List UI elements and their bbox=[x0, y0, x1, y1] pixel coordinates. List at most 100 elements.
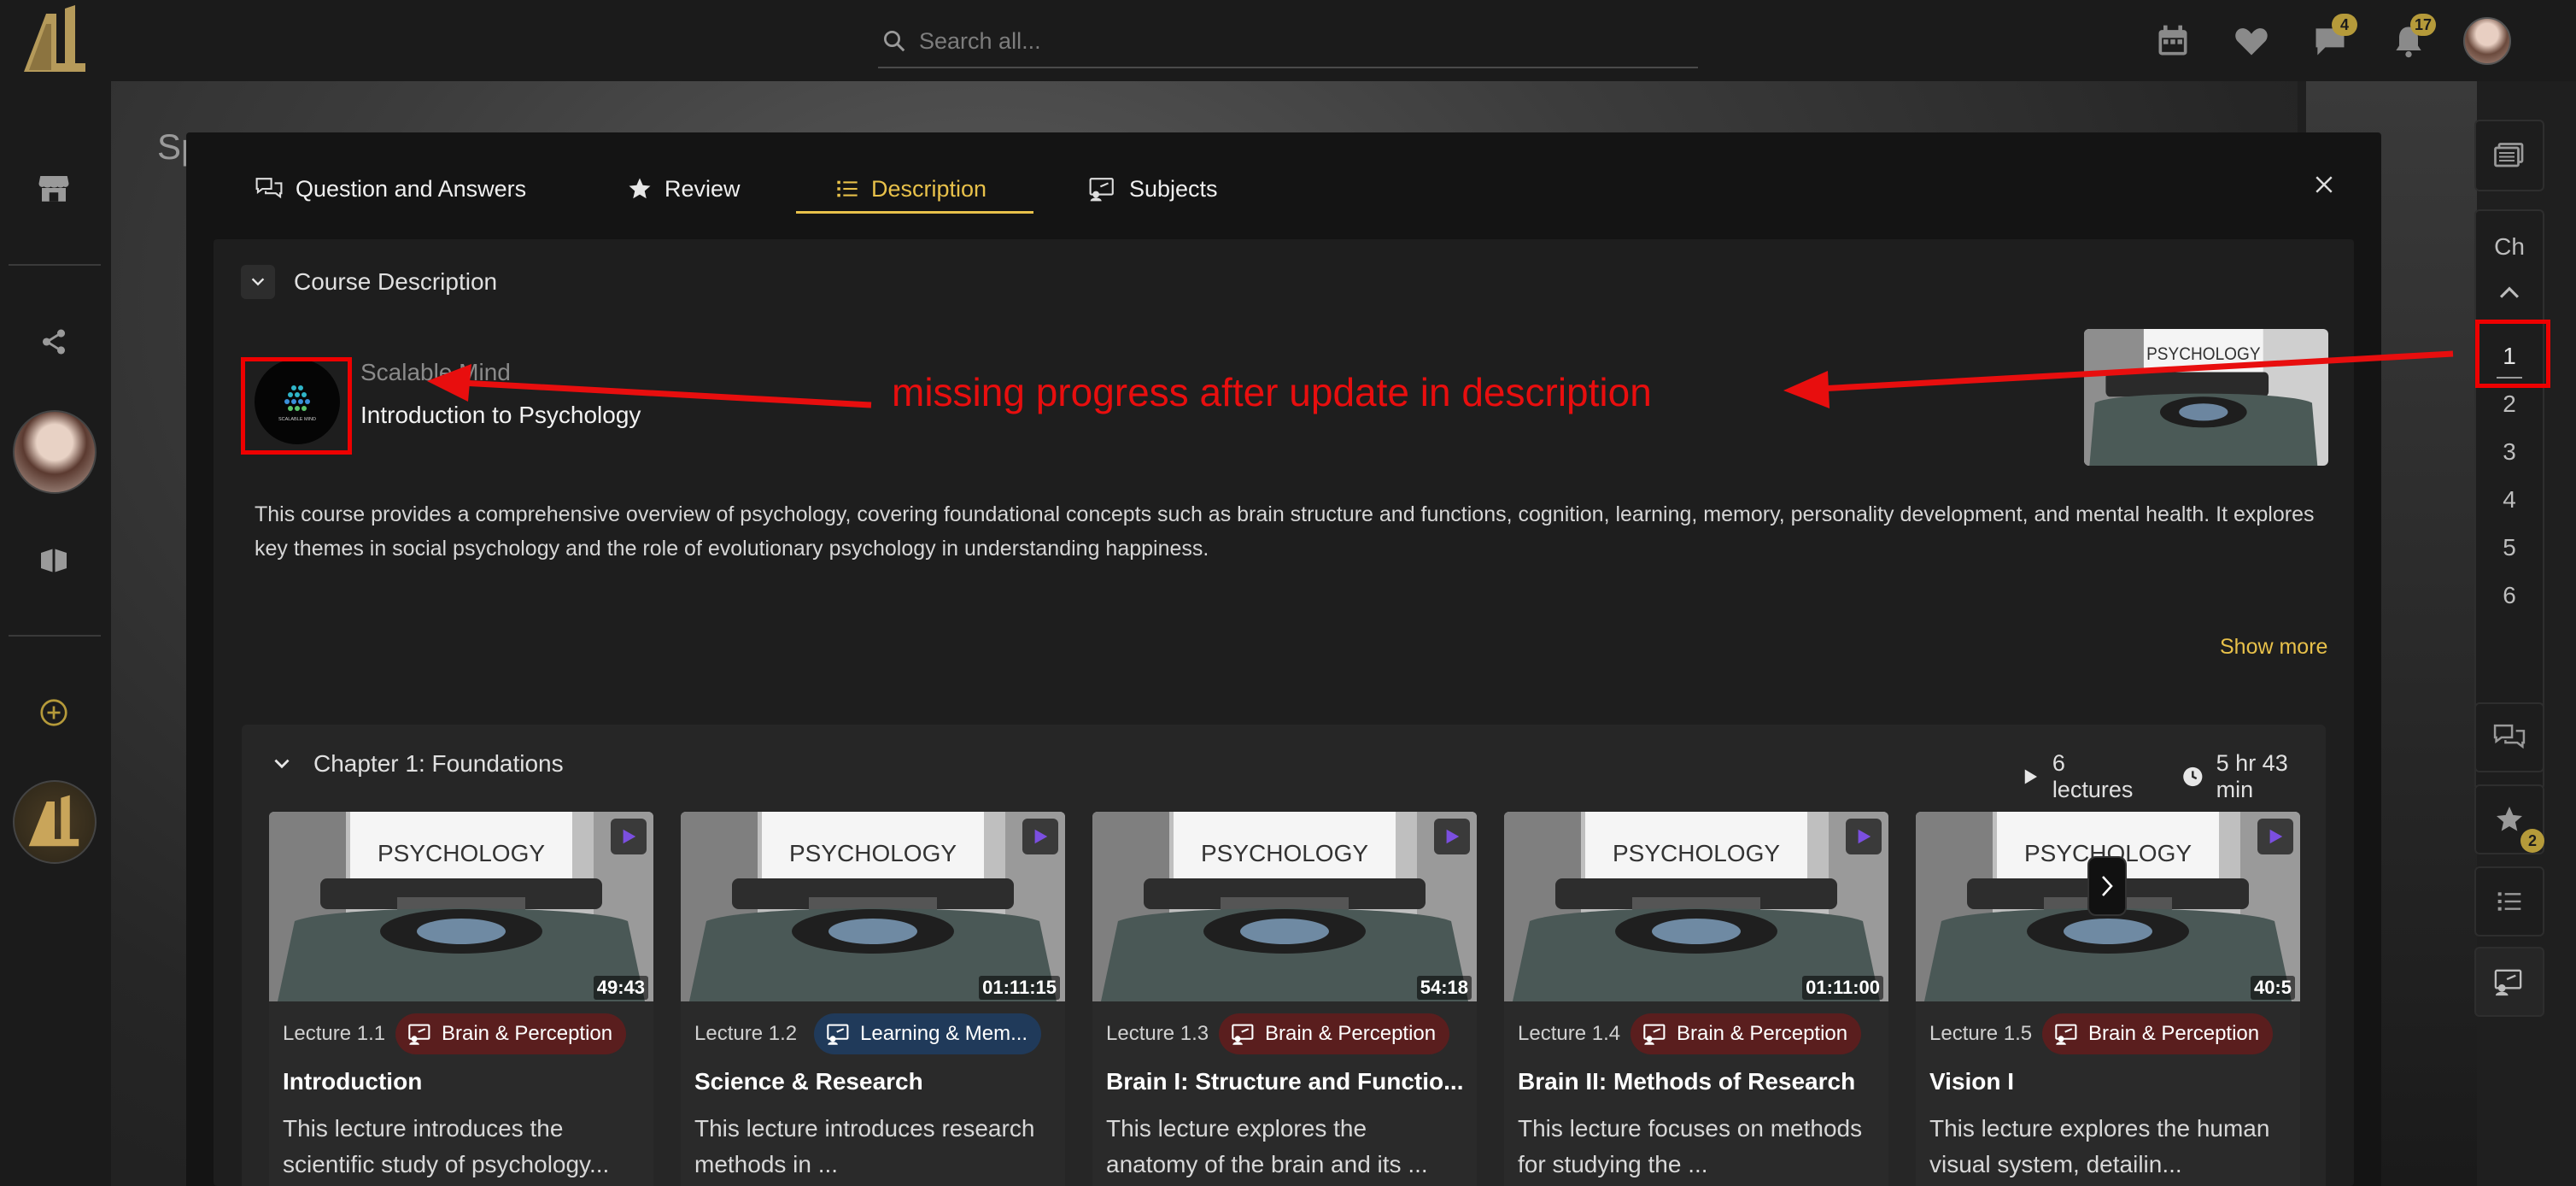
tab-bar: Question and Answers Review Description … bbox=[186, 132, 2381, 233]
thumbnail-text: PSYCHOLOGY bbox=[1613, 840, 1780, 866]
lecture-description: This lecture explores the anatomy of the… bbox=[1106, 1115, 1428, 1177]
subject-tag[interactable]: Brain & Perception bbox=[1630, 1013, 1862, 1054]
book-icon[interactable] bbox=[27, 534, 80, 587]
subjects-icon bbox=[1643, 1024, 1666, 1045]
chapter-lecture-count: 6 lectures bbox=[2052, 750, 2134, 802]
subject-tag-label: Learning & Mem... bbox=[860, 1022, 1028, 1045]
search-input[interactable]: Search all... bbox=[919, 28, 1041, 55]
lecture-thumbnail[interactable]: PSYCHOLOGY bbox=[1092, 812, 1477, 1001]
chapter-nav-item[interactable]: 6 bbox=[2476, 582, 2543, 609]
lecture-thumbnail[interactable]: PSYCHOLOGY bbox=[1504, 812, 1888, 1001]
lecture-title[interactable]: Brain I: Structure and Functio... bbox=[1106, 1068, 1465, 1095]
play-button[interactable] bbox=[1434, 819, 1470, 854]
subject-tag[interactable]: Learning & Mem... bbox=[814, 1013, 1042, 1054]
tab-subjects[interactable]: Subjects bbox=[1088, 167, 1218, 211]
tab-description[interactable]: Description bbox=[835, 167, 986, 211]
chevron-up-icon[interactable] bbox=[2495, 279, 2524, 305]
lecture-duration: 01:11:15 bbox=[979, 976, 1060, 1000]
chevron-down-icon[interactable] bbox=[241, 265, 275, 299]
subject-tag-label: Brain & Perception bbox=[2088, 1022, 2260, 1045]
lecture-number: Lecture 1.3 bbox=[1106, 1022, 1209, 1045]
discussion-icon[interactable] bbox=[2474, 702, 2544, 772]
add-icon[interactable] bbox=[27, 686, 80, 739]
subject-tag[interactable]: Brain & Perception bbox=[2042, 1013, 2274, 1054]
workspace-logo[interactable] bbox=[13, 780, 97, 864]
heart-icon[interactable] bbox=[2233, 22, 2270, 60]
close-icon[interactable] bbox=[2311, 172, 2337, 197]
subjects-icon bbox=[827, 1024, 849, 1045]
chapter-nav-label: Ch bbox=[2494, 233, 2525, 260]
lecture-thumbnail[interactable]: PSYCHOLOGY bbox=[681, 812, 1065, 1001]
share-icon[interactable] bbox=[27, 315, 80, 368]
carousel-next-button[interactable] bbox=[2087, 856, 2127, 916]
lecture-title[interactable]: Science & Research bbox=[694, 1068, 1053, 1095]
lecture-title[interactable]: Introduction bbox=[283, 1068, 641, 1095]
lecture-card[interactable]: PSYCHOLOGY 54:18 Lecture 1.3 Brain & Percep… bbox=[1092, 812, 1477, 1186]
tab-question-and-answers[interactable]: Question and Answers bbox=[255, 167, 526, 211]
chapter-nav-item[interactable]: 5 bbox=[2476, 534, 2543, 561]
lecture-thumbnail[interactable]: PSYCHOLOGY bbox=[269, 812, 653, 1001]
chapter-header[interactable]: Chapter 1: Foundations bbox=[271, 750, 564, 778]
chapter-nav-item[interactable]: 2 bbox=[2476, 390, 2543, 418]
chapter-meta: 6 lectures 5 hr 43 min bbox=[2021, 750, 2326, 803]
lecture-duration: 49:43 bbox=[593, 976, 648, 1000]
chapter-duration: 5 hr 43 min bbox=[2216, 750, 2288, 802]
app-logo[interactable] bbox=[17, 3, 94, 77]
chevron-down-icon[interactable] bbox=[271, 753, 293, 775]
play-icon bbox=[1858, 829, 1871, 844]
thumbnail-text: PSYCHOLOGY bbox=[378, 840, 545, 866]
annotation-text: missing progress after update in descrip… bbox=[892, 370, 1652, 414]
subject-tag[interactable]: Brain & Perception bbox=[395, 1013, 627, 1054]
publisher-logo[interactable]: SCALABLE MIND bbox=[255, 359, 340, 444]
subjects-icon bbox=[1089, 178, 1114, 202]
star-icon bbox=[629, 178, 651, 199]
subjects-icon bbox=[2055, 1024, 2077, 1045]
lecture-title[interactable]: Vision I bbox=[1929, 1068, 2288, 1095]
sidebar-user-avatar[interactable] bbox=[13, 410, 97, 494]
play-icon bbox=[1034, 829, 1048, 844]
play-icon bbox=[2024, 769, 2038, 784]
section-title: Course Description bbox=[294, 268, 498, 295]
publisher-name[interactable]: Scalable Mind bbox=[360, 359, 511, 386]
lecture-description: This lecture focuses on methods for stud… bbox=[1518, 1115, 1863, 1177]
lecture-duration: 40:5 bbox=[2250, 976, 2295, 1000]
lecture-card[interactable]: PSYCHOLOGY 49:43 Lecture 1.1 Brain & Percep… bbox=[269, 812, 653, 1186]
sidebar-divider bbox=[9, 635, 101, 637]
chapter-nav-item[interactable]: 4 bbox=[2476, 486, 2543, 514]
user-avatar[interactable] bbox=[2463, 17, 2511, 65]
top-bar: Search all... 4 17 bbox=[0, 0, 2576, 81]
play-button[interactable] bbox=[1846, 819, 1882, 854]
course-description-text: This course provides a comprehensive ove… bbox=[255, 502, 2315, 561]
store-icon[interactable] bbox=[27, 161, 80, 214]
play-button[interactable] bbox=[611, 819, 647, 854]
show-more-link[interactable]: Show more bbox=[2220, 635, 2327, 660]
course-description-header[interactable]: Course Description bbox=[241, 265, 497, 299]
calendar-icon[interactable] bbox=[2154, 22, 2192, 60]
thumbnail-text: PSYCHOLOGY bbox=[1201, 840, 1368, 866]
tab-label: Review bbox=[664, 175, 741, 202]
play-button[interactable] bbox=[1022, 819, 1058, 854]
course-modal: Question and Answers Review Description … bbox=[186, 132, 2381, 1186]
description-list-icon[interactable] bbox=[2474, 866, 2544, 936]
lecture-card[interactable]: PSYCHOLOGY 01:11:15 Lecture 1.2 Learning & … bbox=[681, 812, 1065, 1186]
search-bar[interactable]: Search all... bbox=[878, 15, 1698, 68]
play-button[interactable] bbox=[2257, 819, 2293, 854]
notifications-badge: 17 bbox=[2410, 14, 2437, 36]
messages-badge: 4 bbox=[2332, 14, 2357, 36]
media-icon[interactable] bbox=[2474, 120, 2544, 191]
tab-review[interactable]: Review bbox=[627, 167, 741, 211]
lecture-number: Lecture 1.2 bbox=[694, 1022, 798, 1045]
lecture-title[interactable]: Brain II: Methods of Research bbox=[1518, 1068, 1876, 1095]
subjects-icon bbox=[1232, 1024, 1254, 1045]
chapter-nav-item[interactable]: 3 bbox=[2476, 438, 2543, 466]
subject-tag[interactable]: Brain & Perception bbox=[1219, 1013, 1450, 1054]
tab-label: Subjects bbox=[1129, 175, 1218, 202]
lecture-card[interactable]: PSYCHOLOGY 01:11:00 Lecture 1.4 Brain & Per… bbox=[1504, 812, 1888, 1186]
lecture-duration: 01:11:00 bbox=[1802, 976, 1883, 1000]
lecture-description: This lecture explores the human visual s… bbox=[1929, 1115, 2270, 1177]
reviews-button[interactable]: 2 bbox=[2474, 784, 2544, 854]
subjects-icon[interactable] bbox=[2474, 947, 2544, 1017]
lecture-number: Lecture 1.1 bbox=[283, 1022, 386, 1045]
chapter-section: Chapter 1: Foundations 6 lectures 5 hr 4… bbox=[242, 725, 2326, 1186]
chapter-nav-item[interactable]: 1 bbox=[2476, 343, 2543, 370]
